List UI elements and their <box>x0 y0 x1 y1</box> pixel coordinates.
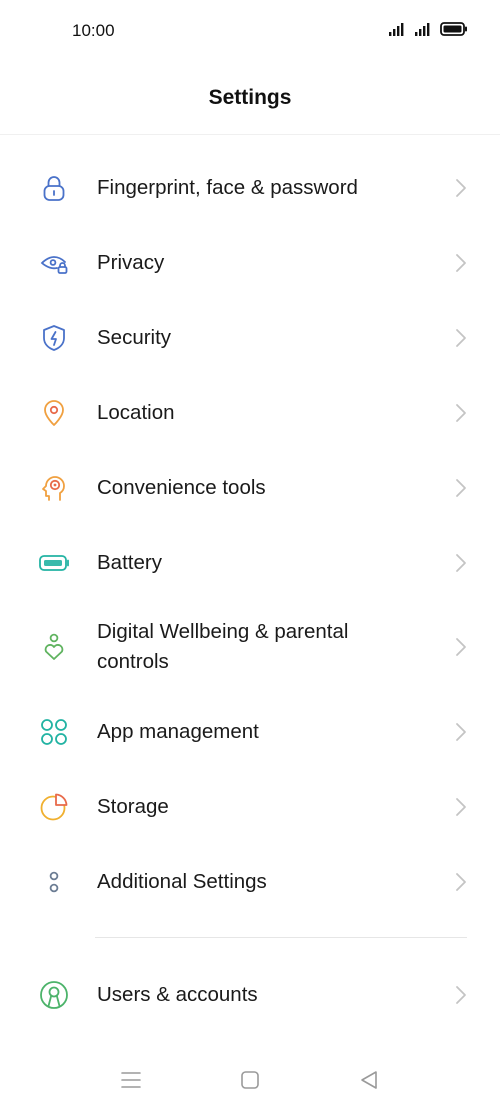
settings-item-users-accounts[interactable]: Users & accounts <box>0 957 500 1032</box>
status-icons <box>388 22 468 41</box>
settings-item-label: Additional Settings <box>97 869 267 893</box>
status-time: 10:00 <box>72 21 115 40</box>
battery-icon <box>38 547 70 579</box>
settings-item-label: Location <box>97 400 175 424</box>
chevron-right-icon <box>454 871 468 893</box>
chevron-right-icon <box>454 636 468 658</box>
settings-item-battery[interactable]: Battery <box>0 525 500 600</box>
wellbeing-icon <box>38 631 70 663</box>
settings-item-label: Security <box>97 325 172 349</box>
settings-item-security[interactable]: Security <box>0 300 500 375</box>
settings-item-label: Privacy <box>97 250 165 274</box>
storage-pie-icon <box>38 791 70 823</box>
settings-list-accounts: Users & accounts <box>0 957 500 1032</box>
navigation-bar <box>0 1056 500 1106</box>
privacy-eye-icon <box>38 247 70 279</box>
settings-item-app-management[interactable]: App management <box>0 694 500 769</box>
settings-item-label: App management <box>97 719 259 743</box>
header: Settings <box>0 64 500 135</box>
user-account-icon <box>38 979 70 1011</box>
menu-icon[interactable] <box>119 1068 143 1092</box>
settings-item-label: Convenience tools <box>97 475 266 499</box>
chevron-right-icon <box>454 796 468 818</box>
additional-settings-icon <box>38 866 70 898</box>
section-divider <box>95 937 467 938</box>
chevron-right-icon <box>454 477 468 499</box>
settings-item-fingerprint-face-password[interactable]: Fingerprint, face & password <box>0 150 500 225</box>
signal-icon <box>388 22 408 41</box>
chevron-right-icon <box>454 721 468 743</box>
settings-item-convenience-tools[interactable]: Convenience tools <box>0 450 500 525</box>
chevron-right-icon <box>454 177 468 199</box>
battery-icon <box>440 22 468 41</box>
settings-item-label: Storage <box>97 794 169 818</box>
signal-icon <box>414 22 434 41</box>
chevron-right-icon <box>454 252 468 274</box>
convenience-tools-icon <box>38 472 70 504</box>
lock-icon <box>38 172 70 204</box>
chevron-right-icon <box>454 327 468 349</box>
chevron-right-icon <box>454 984 468 1006</box>
status-bar: 10:00 <box>0 0 500 64</box>
app-grid-icon <box>38 716 70 748</box>
chevron-right-icon <box>454 552 468 574</box>
settings-item-label: Users & accounts <box>97 982 258 1006</box>
settings-list: Fingerprint, face & password Privacy Sec… <box>0 150 500 919</box>
settings-item-label: Fingerprint, face & password <box>97 175 358 199</box>
chevron-right-icon <box>454 402 468 424</box>
settings-item-digital-wellbeing[interactable]: Digital Wellbeing & parental controls <box>0 600 500 694</box>
settings-item-storage[interactable]: Storage <box>0 769 500 844</box>
settings-item-location[interactable]: Location <box>0 375 500 450</box>
settings-item-label: Battery <box>97 550 162 574</box>
settings-item-privacy[interactable]: Privacy <box>0 225 500 300</box>
home-icon[interactable] <box>238 1068 262 1092</box>
shield-icon <box>38 322 70 354</box>
page-title: Settings <box>208 86 292 109</box>
settings-item-label: Digital Wellbeing & parental controls <box>97 620 349 673</box>
settings-item-additional-settings[interactable]: Additional Settings <box>0 844 500 919</box>
back-icon[interactable] <box>357 1068 381 1092</box>
location-pin-icon <box>38 397 70 429</box>
